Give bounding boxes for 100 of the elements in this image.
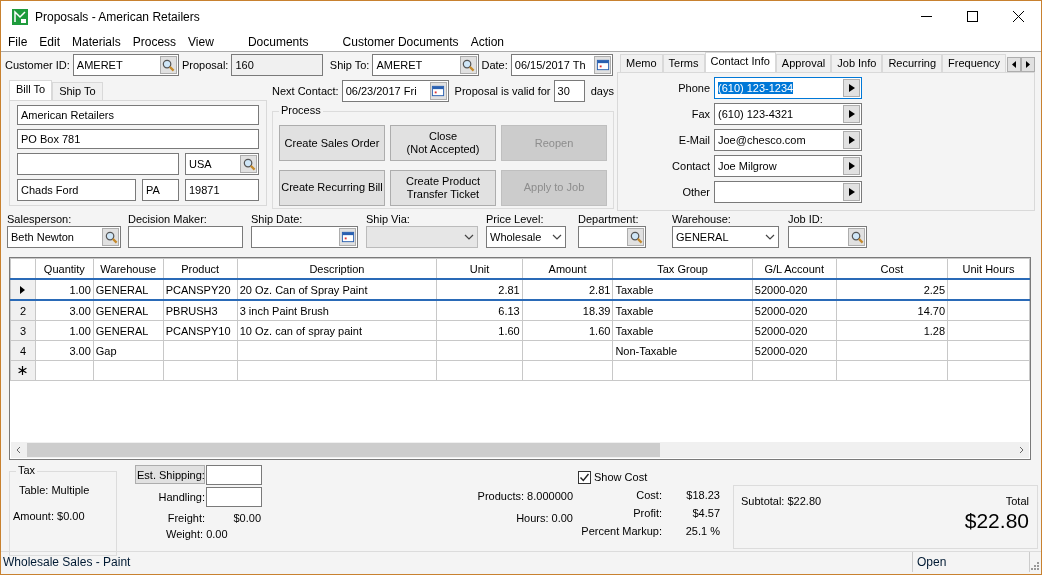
table-cell: Taxable	[615, 283, 654, 296]
field-label: Proposal is valid for	[454, 85, 551, 97]
field-label: Fax	[690, 108, 710, 120]
expand-button[interactable]	[843, 79, 860, 97]
process-button[interactable]: Close (Not Accepted)	[390, 125, 496, 161]
tab[interactable]: Frequency	[942, 54, 1007, 72]
zip-field[interactable]: 19871	[185, 179, 259, 201]
menu-item[interactable]: File	[2, 34, 34, 49]
search-button[interactable]	[459, 56, 477, 74]
expand-button[interactable]	[843, 105, 860, 123]
address-field[interactable]	[17, 153, 179, 175]
tab[interactable]: Terms	[662, 54, 705, 72]
menu-item[interactable]: Materials	[66, 34, 127, 49]
scroll-left-button[interactable]	[1007, 57, 1022, 72]
checkbox[interactable]	[578, 470, 591, 484]
horizontal-scrollbar[interactable]	[11, 442, 1029, 458]
subtotal-text: Subtotal: $22.80	[741, 495, 822, 509]
street-field[interactable]: PO Box 781	[17, 129, 259, 149]
table-cell: 52000-020	[754, 283, 808, 296]
tab[interactable]: Memo	[620, 54, 663, 72]
input-field[interactable]	[128, 226, 243, 248]
search-button[interactable]	[240, 155, 257, 173]
dropdown[interactable]: Wholesale	[486, 226, 566, 248]
close-icon	[1012, 11, 1024, 22]
scroll-right-button[interactable]	[1021, 57, 1036, 72]
menu-item[interactable]: Customer Documents	[336, 34, 465, 49]
resize-grip-icon[interactable]	[1030, 560, 1039, 570]
input-field[interactable]	[578, 226, 646, 248]
search-button[interactable]	[848, 228, 865, 246]
valid-days-field[interactable]: 30	[553, 80, 585, 102]
input-field[interactable]	[251, 226, 358, 248]
field-label: Salesperson:	[7, 213, 73, 225]
menu-item[interactable]: View	[182, 34, 220, 49]
field-label: Freight:	[166, 512, 205, 524]
play-icon	[848, 110, 855, 118]
tax-amount-text: Amount: $0.00	[13, 510, 86, 522]
search-button[interactable]	[159, 56, 177, 74]
dropdown[interactable]: GENERAL	[672, 226, 779, 248]
table-cell: 1.00	[69, 324, 91, 337]
search-icon	[241, 157, 256, 171]
menu-item[interactable]: Documents	[241, 34, 315, 49]
input-field[interactable]	[206, 465, 262, 485]
triangle-right-icon	[1026, 61, 1031, 68]
table-cell: 2.81	[498, 283, 520, 296]
contact-field[interactable]: Joe@chesco.com	[714, 129, 862, 151]
city-field[interactable]: Chads Ford	[17, 179, 136, 201]
tab[interactable]: Approval	[775, 54, 832, 72]
table-cell: 1.60	[498, 324, 520, 337]
menu-item[interactable]: Process	[126, 34, 183, 49]
calendar-button[interactable]	[429, 82, 447, 100]
calendar-button[interactable]	[339, 228, 356, 246]
group-title: Tax	[16, 464, 38, 476]
expand-button[interactable]	[843, 131, 860, 149]
search-button[interactable]	[102, 228, 119, 246]
name-field[interactable]: American Retailers	[17, 105, 259, 125]
table-cell: 20 Oz. Can of Spray Paint	[239, 283, 368, 296]
calendar-button[interactable]	[594, 56, 611, 74]
process-button[interactable]: Create Sales Order	[279, 125, 385, 161]
table-cell: Taxable	[615, 324, 654, 337]
input-field[interactable]	[788, 226, 867, 248]
contact-field[interactable]: Joe Milgrow	[714, 155, 862, 177]
field-label: Proposal:	[181, 59, 229, 71]
expand-button[interactable]	[843, 183, 860, 201]
ship-to-field[interactable]: AMERET	[372, 54, 479, 76]
tab[interactable]: Job Info	[831, 54, 883, 72]
menu-item[interactable]: Action	[464, 34, 510, 49]
contact-field[interactable]: (610) 123-1234	[714, 77, 862, 99]
asterisk-icon	[18, 365, 28, 375]
search-icon	[461, 58, 475, 72]
process-button[interactable]: Create Recurring Bill	[279, 169, 385, 206]
field-label: Date:	[481, 59, 508, 71]
table-cell: Taxable	[615, 304, 654, 317]
table-cell: PCANSPY10	[165, 324, 231, 337]
tab[interactable]: Bill To	[9, 80, 53, 100]
est-shipping-button[interactable]: Est. Shipping:	[135, 465, 205, 484]
tab[interactable]: Contact Info	[704, 52, 776, 72]
customer-id-field[interactable]: AMERET	[72, 54, 179, 76]
contact-field[interactable]: (610) 123-4321	[714, 103, 862, 125]
field-label: Ship Date:	[251, 213, 304, 225]
next-contact-field[interactable]: 06/23/2017 Fri	[341, 80, 449, 102]
contact-field[interactable]	[714, 181, 862, 203]
proposal-field[interactable]: 160	[231, 54, 323, 76]
chevron-down-icon[interactable]	[764, 234, 775, 240]
process-button[interactable]: Create Product Transfer Ticket	[390, 169, 496, 206]
chevron-down-icon[interactable]	[551, 234, 562, 240]
table-cell: GENERAL	[95, 283, 149, 296]
tab[interactable]: Recurring	[882, 54, 943, 72]
country-field[interactable]: USA	[185, 153, 259, 175]
tax-table-text: Table: Multiple	[19, 484, 91, 496]
input-field[interactable]	[206, 487, 262, 507]
search-button[interactable]	[627, 228, 644, 246]
field-label: Handling:	[157, 491, 205, 503]
field-label: Phone	[677, 82, 710, 94]
table-cell: 52000-020	[754, 304, 808, 317]
input-field[interactable]: Beth Newton	[7, 226, 121, 248]
expand-button[interactable]	[843, 157, 860, 175]
date-field[interactable]: 06/15/2017 Th	[510, 54, 613, 76]
tab[interactable]: Ship To	[52, 82, 103, 100]
state-field[interactable]: PA	[142, 179, 179, 201]
menu-item[interactable]: Edit	[33, 34, 67, 49]
